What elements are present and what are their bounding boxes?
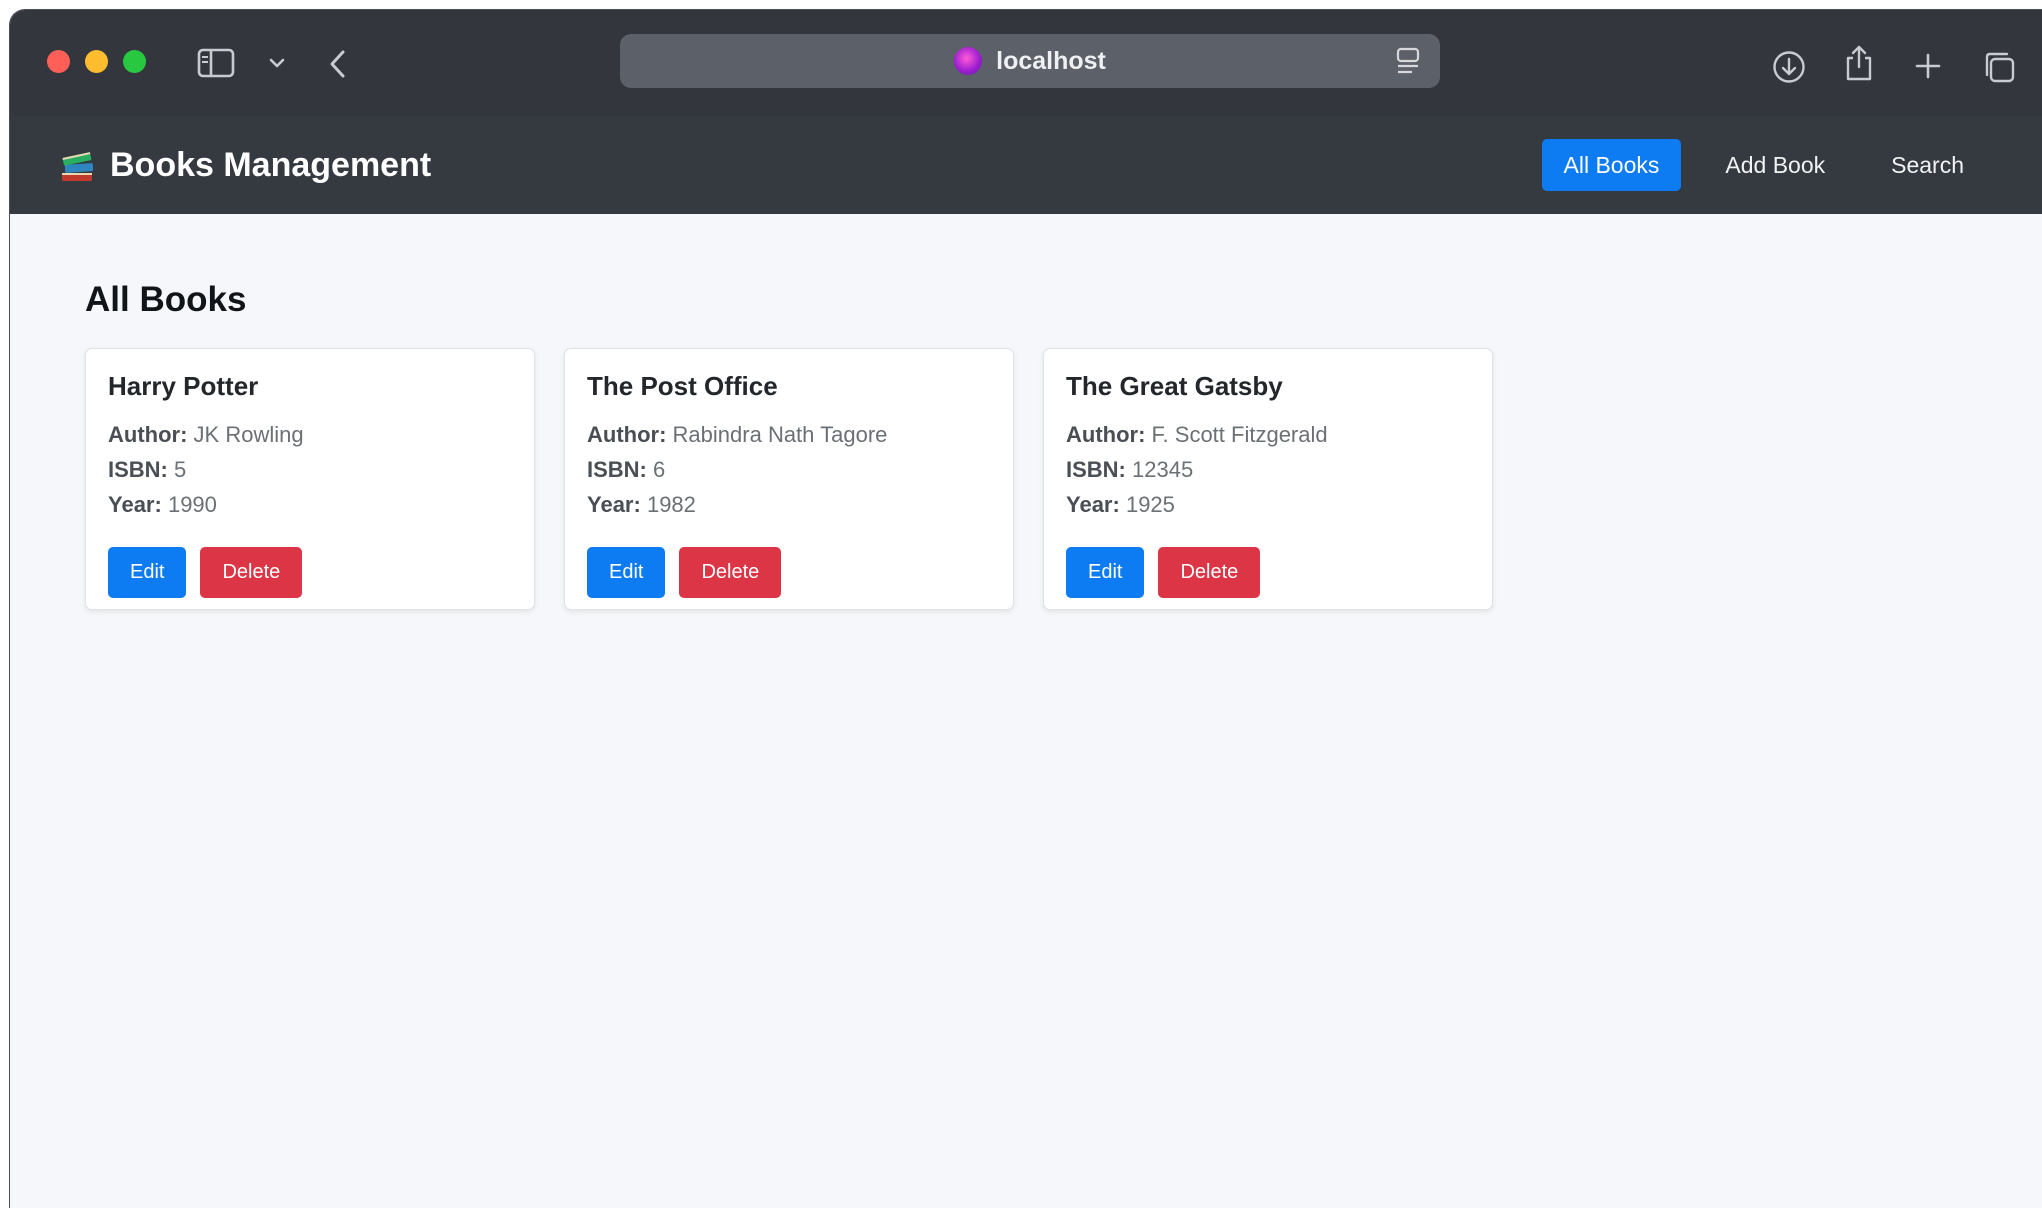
card-actions: Edit Delete xyxy=(587,547,795,598)
site-icon xyxy=(954,47,983,75)
brand[interactable]: Books Management xyxy=(58,142,431,188)
book-isbn: ISBN: 6 xyxy=(587,452,991,487)
author-value: F. Scott Fitzgerald xyxy=(1151,422,1328,447)
back-icon[interactable] xyxy=(325,50,351,78)
book-author: Author: JK Rowling xyxy=(108,417,512,452)
book-year: Year: 1925 xyxy=(1066,487,1470,522)
minimize-window-button[interactable] xyxy=(85,50,108,73)
tabs-icon[interactable] xyxy=(1982,50,2016,84)
book-card: The Great Gatsby Author: F. Scott Fitzge… xyxy=(1043,348,1493,610)
year-value: 1925 xyxy=(1125,492,1175,517)
delete-button[interactable]: Delete xyxy=(679,547,782,598)
isbn-label: ISBN: xyxy=(108,457,168,482)
nav-link-add-book[interactable]: Add Book xyxy=(1703,139,1847,191)
nav-link-search[interactable]: Search xyxy=(1869,139,1986,191)
book-card: Harry Potter Author: JK Rowling ISBN: 5 … xyxy=(85,348,535,610)
card-actions: Edit Delete xyxy=(108,547,316,598)
book-year: Year: 1982 xyxy=(587,487,991,522)
book-year: Year: 1990 xyxy=(108,487,512,522)
year-label: Year: xyxy=(108,492,162,517)
author-value: Rabindra Nath Tagore xyxy=(672,422,888,447)
edit-button[interactable]: Edit xyxy=(1066,547,1145,598)
share-icon[interactable] xyxy=(1844,44,1874,82)
book-list: Harry Potter Author: JK Rowling ISBN: 5 … xyxy=(85,348,1522,610)
books-icon xyxy=(58,145,98,185)
author-label: Author: xyxy=(587,422,667,447)
address-text: localhost xyxy=(996,46,1106,75)
isbn-value: 6 xyxy=(653,457,666,482)
page-title: All Books xyxy=(85,280,247,319)
isbn-value: 12345 xyxy=(1132,457,1194,482)
delete-button[interactable]: Delete xyxy=(1158,547,1261,598)
year-value: 1982 xyxy=(646,492,696,517)
browser-toolbar: localhost xyxy=(10,10,2042,116)
author-value: JK Rowling xyxy=(193,422,304,447)
nav-links: All Books Add Book Search xyxy=(1520,139,1987,191)
brand-title: Books Management xyxy=(110,145,432,184)
reader-icon[interactable] xyxy=(1396,47,1420,80)
delete-button[interactable]: Delete xyxy=(200,547,303,598)
isbn-label: ISBN: xyxy=(587,457,647,482)
card-actions: Edit Delete xyxy=(1066,547,1274,598)
isbn-value: 5 xyxy=(174,457,187,482)
book-title: The Post Office xyxy=(587,371,778,401)
sidebar-icon[interactable] xyxy=(196,48,236,78)
book-isbn: ISBN: 12345 xyxy=(1066,452,1470,487)
book-card: The Post Office Author: Rabindra Nath Ta… xyxy=(564,348,1014,610)
chevron-down-icon[interactable] xyxy=(266,54,288,72)
book-title: Harry Potter xyxy=(108,371,259,401)
app-navbar: Books Management All Books Add Book Sear… xyxy=(10,116,2042,214)
book-title: The Great Gatsby xyxy=(1066,371,1283,401)
plus-icon[interactable] xyxy=(1913,51,1943,81)
isbn-label: ISBN: xyxy=(1066,457,1126,482)
year-label: Year: xyxy=(1066,492,1120,517)
browser-window: localhost Books Management All Books Add… xyxy=(9,9,2042,1208)
author-label: Author: xyxy=(108,422,188,447)
book-author: Author: F. Scott Fitzgerald xyxy=(1066,417,1470,452)
close-window-button[interactable] xyxy=(47,50,70,73)
year-value: 1990 xyxy=(167,492,217,517)
address-bar[interactable]: localhost xyxy=(620,34,1440,88)
edit-button[interactable]: Edit xyxy=(108,547,187,598)
edit-button[interactable]: Edit xyxy=(587,547,666,598)
author-label: Author: xyxy=(1066,422,1146,447)
nav-link-all-books[interactable]: All Books xyxy=(1541,139,1682,191)
maximize-window-button[interactable] xyxy=(123,50,146,73)
year-label: Year: xyxy=(587,492,641,517)
book-isbn: ISBN: 5 xyxy=(108,452,512,487)
book-author: Author: Rabindra Nath Tagore xyxy=(587,417,991,452)
download-icon[interactable] xyxy=(1772,50,1806,84)
